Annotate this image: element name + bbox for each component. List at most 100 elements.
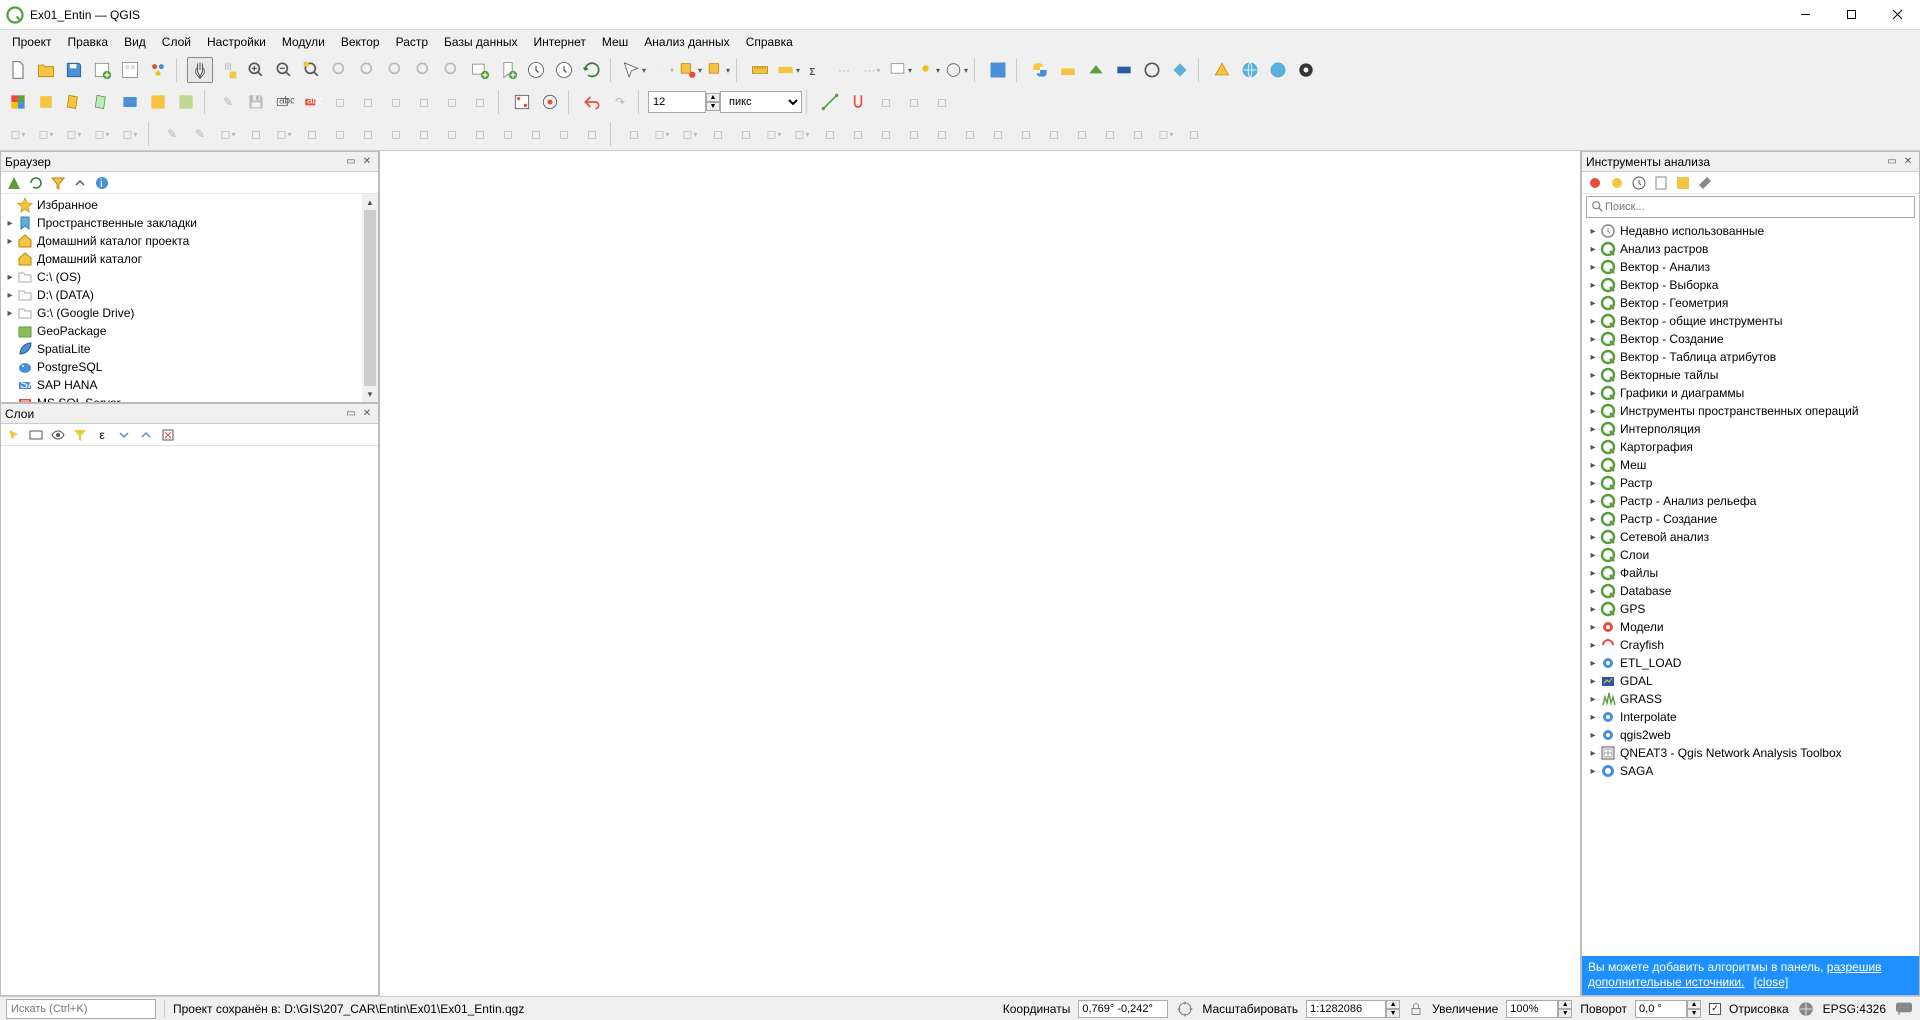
e7[interactable]: ◻ [327, 121, 353, 147]
menu-интернет[interactable]: Интернет [525, 32, 593, 52]
zoom-in-button[interactable] [243, 57, 269, 83]
layer-styling-button[interactable] [985, 57, 1011, 83]
menu-растр[interactable]: Растр [388, 32, 436, 52]
menu-модули[interactable]: Модули [274, 32, 333, 52]
processing-item[interactable]: ▸Векторные тайлы [1582, 366, 1919, 384]
menu-проект[interactable]: Проект [4, 32, 60, 52]
g6[interactable]: ◻ [761, 121, 787, 147]
menu-вид[interactable]: Вид [116, 32, 154, 52]
new-map-view-button[interactable] [467, 57, 493, 83]
processing-item[interactable]: ▸Файлы [1582, 564, 1919, 582]
deselect-button[interactable] [705, 57, 731, 83]
g17[interactable]: ◻ [1069, 121, 1095, 147]
processing-item[interactable]: ▸Недавно использованные [1582, 222, 1919, 240]
layers-expression-button[interactable]: ε [93, 426, 111, 444]
browser-item[interactable]: Домашний каталог [1, 250, 362, 268]
temporal-controller-button[interactable] [551, 57, 577, 83]
menu-базы данных[interactable]: Базы данных [436, 32, 525, 52]
layers-remove-button[interactable] [159, 426, 177, 444]
g12[interactable]: ◻ [929, 121, 955, 147]
new-memory-button[interactable] [145, 89, 171, 115]
g5[interactable]: ◻ [733, 121, 759, 147]
new-project-button[interactable] [5, 57, 31, 83]
browser-item[interactable]: MS SQL Server [1, 394, 362, 402]
zoom-out-button[interactable] [271, 57, 297, 83]
e13[interactable]: ◻ [495, 121, 521, 147]
plugin-1-button[interactable] [1055, 57, 1081, 83]
processing-item[interactable]: ▸Interpolate [1582, 708, 1919, 726]
processing-item[interactable]: ▸ETL_LOAD [1582, 654, 1919, 672]
browser-undock-button[interactable]: ▭ [344, 155, 358, 169]
browser-item[interactable]: GeoPackage [1, 322, 362, 340]
plugin-9-button[interactable] [1293, 57, 1319, 83]
processing-item[interactable]: ▸Растр - Анализ рельефа [1582, 492, 1919, 510]
g21[interactable]: ◻ [1181, 121, 1207, 147]
processing-item[interactable]: ▸qgis2web [1582, 726, 1919, 744]
processing-item[interactable]: ▸Меш [1582, 456, 1919, 474]
browser-refresh-button[interactable] [27, 174, 45, 192]
plugin-4-button[interactable] [1139, 57, 1165, 83]
e3[interactable]: ◻ [215, 121, 241, 147]
d4[interactable]: ◻ [89, 121, 115, 147]
measure-drop-button[interactable] [775, 57, 801, 83]
processing-item[interactable]: ▸Сетевой анализ [1582, 528, 1919, 546]
l5[interactable]: ◻ [439, 89, 465, 115]
layers-style-button[interactable] [5, 426, 23, 444]
new-spatialite-button[interactable] [89, 89, 115, 115]
processing-item[interactable]: ▸Crayfish [1582, 636, 1919, 654]
processing-item[interactable]: ▸Графики и диаграммы [1582, 384, 1919, 402]
georef-button[interactable] [509, 89, 535, 115]
g16[interactable]: ◻ [1041, 121, 1067, 147]
g4[interactable]: ◻ [705, 121, 731, 147]
menu-меш[interactable]: Меш [594, 32, 636, 52]
processing-search-input[interactable] [1605, 201, 1910, 213]
layers-visibility-button[interactable] [49, 426, 67, 444]
python-console-button[interactable] [1027, 57, 1053, 83]
e5[interactable]: ◻ [271, 121, 297, 147]
maptips-button[interactable]: ··· [831, 57, 857, 83]
processing-item[interactable]: ▸Вектор - общие инструменты [1582, 312, 1919, 330]
e6[interactable]: ◻ [299, 121, 325, 147]
rotation-input[interactable]: ▲▼ [1635, 1000, 1701, 1018]
menu-настройки[interactable]: Настройки [199, 32, 274, 52]
locator-input[interactable] [11, 1003, 153, 1015]
browser-filter-button[interactable] [49, 174, 67, 192]
browser-add-button[interactable] [5, 174, 23, 192]
layers-close-button[interactable]: ✕ [360, 407, 374, 421]
data-source-button[interactable] [5, 89, 31, 115]
zoom-input[interactable]: ▲▼ [1506, 1000, 1572, 1018]
s3[interactable]: ◻ [929, 89, 955, 115]
processing-edit-button[interactable] [1674, 174, 1692, 192]
g20[interactable]: ◻ [1153, 121, 1179, 147]
browser-properties-button[interactable]: i [93, 174, 111, 192]
g2[interactable]: ◻ [649, 121, 675, 147]
d1[interactable]: ◻ [5, 121, 31, 147]
refresh-button[interactable] [579, 57, 605, 83]
browser-tree[interactable]: Избранное▸Пространственные закладки▸Дома… [1, 194, 362, 402]
processing-item[interactable]: ▸Вектор - Геометрия [1582, 294, 1919, 312]
browser-scrollbar[interactable]: ▲ ▼ [362, 194, 378, 402]
e15[interactable]: ◻ [551, 121, 577, 147]
e1[interactable]: ✎ [159, 121, 185, 147]
processing-item[interactable]: ▸Растр [1582, 474, 1919, 492]
e12[interactable]: ◻ [467, 121, 493, 147]
menu-правка[interactable]: Правка [60, 32, 117, 52]
layers-undock-button[interactable]: ▭ [344, 407, 358, 421]
font-size-input[interactable] [648, 91, 706, 113]
processing-item[interactable]: ▸Вектор - Анализ [1582, 258, 1919, 276]
minimize-button[interactable] [1782, 0, 1828, 30]
processing-item[interactable]: ▸Анализ растров [1582, 240, 1919, 258]
identify-button[interactable] [621, 57, 647, 83]
measure-button[interactable] [747, 57, 773, 83]
plugin-6-button[interactable] [1209, 57, 1235, 83]
decorations-button[interactable] [915, 57, 941, 83]
new-shapefile-button[interactable] [61, 89, 87, 115]
processing-item[interactable]: ▸Вектор - Выборка [1582, 276, 1919, 294]
browser-item[interactable]: ▸Домашний каталог проекта [1, 232, 362, 250]
processing-banner-close[interactable]: [close] [1754, 975, 1789, 989]
plugin-8-button[interactable] [1265, 57, 1291, 83]
e4[interactable]: ◻ [243, 121, 269, 147]
processing-results-button[interactable] [1652, 174, 1670, 192]
g13[interactable]: ◻ [957, 121, 983, 147]
g19[interactable]: ◻ [1125, 121, 1151, 147]
